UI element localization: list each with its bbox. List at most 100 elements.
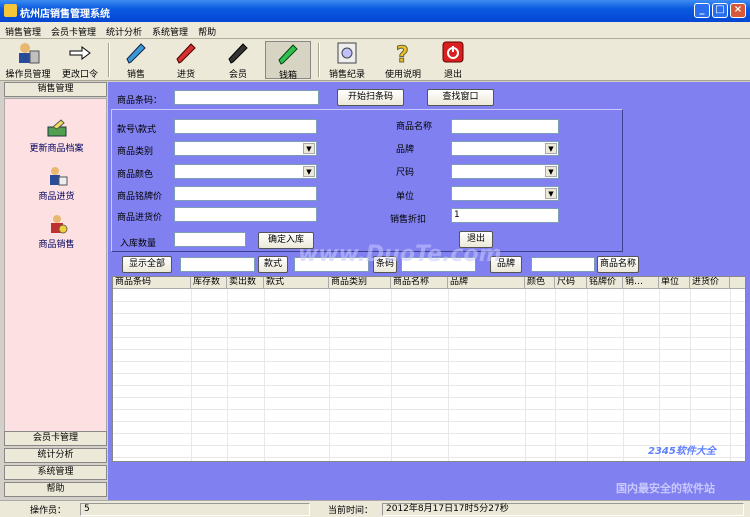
size-label: 尺码 (396, 168, 415, 178)
purchase-button[interactable]: 进货 (168, 41, 204, 80)
purchase-price-input[interactable] (174, 207, 317, 222)
discount-input[interactable]: 1 (451, 208, 559, 223)
help-icon: ? (396, 43, 410, 66)
show-all-button[interactable]: 显示全部 (122, 256, 172, 273)
find-window-button[interactable]: 查找窗口 (427, 89, 494, 106)
member-pen-icon (228, 43, 248, 64)
grid-row-line (113, 325, 745, 326)
title-bar: 杭州店销售管理系统 _ □ × (0, 0, 750, 22)
chevron-down-icon: ▼ (303, 143, 315, 154)
grid-col-line (448, 289, 449, 461)
maximize-button[interactable]: □ (712, 3, 728, 18)
product-name-filter-button[interactable]: 商品名称 (597, 256, 639, 273)
status-bar: 操作员： 5 当前时间： 2012年8月17日17时5分27秒 (0, 500, 750, 517)
operator-value: 5 (80, 503, 310, 516)
sidebar-header-member-card[interactable]: 会员卡管理 (4, 431, 107, 446)
col-header[interactable]: 款式 (264, 277, 329, 289)
minimize-button[interactable]: _ (694, 3, 710, 18)
style-input[interactable] (174, 119, 317, 134)
product-grid[interactable]: 商品条码 库存数 卖出数 款式 商品类别 商品名称 品牌 颜色 尺码 铭牌价 销… (112, 276, 746, 462)
tag-price-label: 商品铭牌价 (117, 192, 163, 202)
qty-label: 入库数量 (120, 239, 157, 249)
grid-col-line (227, 289, 228, 461)
sales-record-button[interactable]: 销售纪录 (325, 41, 369, 80)
size-select[interactable]: ▼ (451, 164, 559, 179)
barcode-label: 商品条码： (117, 96, 163, 106)
col-header[interactable]: 商品类别 (329, 277, 391, 289)
barcode-input[interactable] (174, 90, 319, 105)
sale-button[interactable]: 销售 (118, 41, 154, 80)
svg-text:?: ? (396, 43, 409, 65)
update-product-icon (47, 119, 66, 137)
col-header[interactable]: 品牌 (448, 277, 525, 289)
brand-label: 品牌 (396, 145, 415, 155)
change-password-button[interactable]: 更改口令 (58, 41, 102, 80)
col-header[interactable]: 卖出数 (227, 277, 264, 289)
grid-col-line (587, 289, 588, 461)
product-name-filter-input[interactable] (531, 257, 595, 272)
start-scan-button[interactable]: 开始扫条码 (337, 89, 404, 106)
col-header[interactable]: 库存数 (191, 277, 227, 289)
grid-col-line (264, 289, 265, 461)
col-header[interactable]: 商品条码 (113, 277, 191, 289)
sidebar-header-sales[interactable]: 销售管理 (4, 82, 107, 97)
sidebar-item-product-sale[interactable]: 商品销售 (5, 213, 108, 250)
name-input[interactable] (451, 119, 559, 134)
chevron-down-icon: ▼ (545, 166, 557, 177)
style-label: 款号\款式 (117, 125, 157, 135)
sidebar-header-system[interactable]: 系统管理 (4, 465, 107, 480)
style-filter-input[interactable] (180, 257, 255, 272)
app-icon (4, 4, 17, 17)
time-value: 2012年8月17日17时5分27秒 (382, 503, 744, 516)
cashbox-button[interactable]: 钱箱 (265, 41, 311, 81)
cashbox-icon (278, 44, 298, 65)
col-header[interactable]: 商品名称 (391, 277, 448, 289)
category-select[interactable]: ▼ (174, 141, 317, 156)
color-select[interactable]: ▼ (174, 164, 317, 179)
grid-col-line (329, 289, 330, 461)
brand-select[interactable]: ▼ (451, 141, 559, 156)
sidebar-item-update-product[interactable]: 更新商品档案 (5, 117, 108, 154)
operator-manage-button[interactable]: 操作员管理 (3, 41, 53, 80)
purchase-pen-icon (176, 43, 196, 64)
col-header[interactable]: 尺码 (555, 277, 587, 289)
close-button[interactable]: × (730, 3, 746, 18)
purchase-price-label: 商品进货价 (117, 213, 163, 223)
unit-select[interactable]: ▼ (451, 186, 559, 201)
name-label: 商品名称 (396, 122, 433, 132)
col-header[interactable]: 销… (623, 277, 659, 289)
toolbar-separator (318, 43, 320, 77)
window-title: 杭州店销售管理系统 (20, 9, 110, 20)
sales-record-icon (337, 42, 357, 64)
sidebar-header-help[interactable]: 帮助 (4, 482, 107, 497)
exit-icon (442, 41, 464, 63)
sale-pen-icon (126, 43, 146, 64)
col-header[interactable]: 单位 (659, 277, 690, 289)
menu-bar: 销售管理 会员卡管理 统计分析 系统管理 帮助 (0, 22, 750, 39)
help-button[interactable]: ? 使用说明 (383, 41, 423, 81)
tag-price-input[interactable] (174, 186, 317, 201)
grid-row-line (113, 409, 745, 410)
sidebar-item-product-purchase[interactable]: 商品进货 (5, 165, 108, 202)
col-header[interactable]: 颜色 (525, 277, 555, 289)
sidebar-header-statistics[interactable]: 统计分析 (4, 448, 107, 463)
sidebar-panel: 更新商品档案 商品进货 商品销售 (4, 98, 107, 432)
col-header[interactable]: 铭牌价 (587, 277, 623, 289)
chevron-down-icon: ▼ (545, 188, 557, 199)
grid-row-line (113, 313, 745, 314)
main-panel: 商品条码： 开始扫条码 查找窗口 款号\款式 商品类别 ▼ 商品颜色 ▼ 商品铭… (108, 82, 750, 500)
grid-row-line (113, 337, 745, 338)
watermark-slogan: 国内最安全的软件站 (616, 482, 715, 495)
toolbar-separator (108, 43, 110, 77)
grid-row-line (113, 433, 745, 434)
exit-button[interactable]: 退出 (438, 41, 468, 80)
member-button[interactable]: 会员 (220, 41, 256, 80)
style-filter-button[interactable]: 款式 (258, 256, 288, 273)
grid-row-line (113, 385, 745, 386)
qty-input[interactable] (174, 232, 246, 247)
col-header[interactable]: 进货价 (690, 277, 730, 289)
product-sale-icon (50, 215, 67, 234)
grid-row-line (113, 373, 745, 374)
watermark-brand: 2345软件大全 (648, 446, 716, 457)
grid-col-line (525, 289, 526, 461)
